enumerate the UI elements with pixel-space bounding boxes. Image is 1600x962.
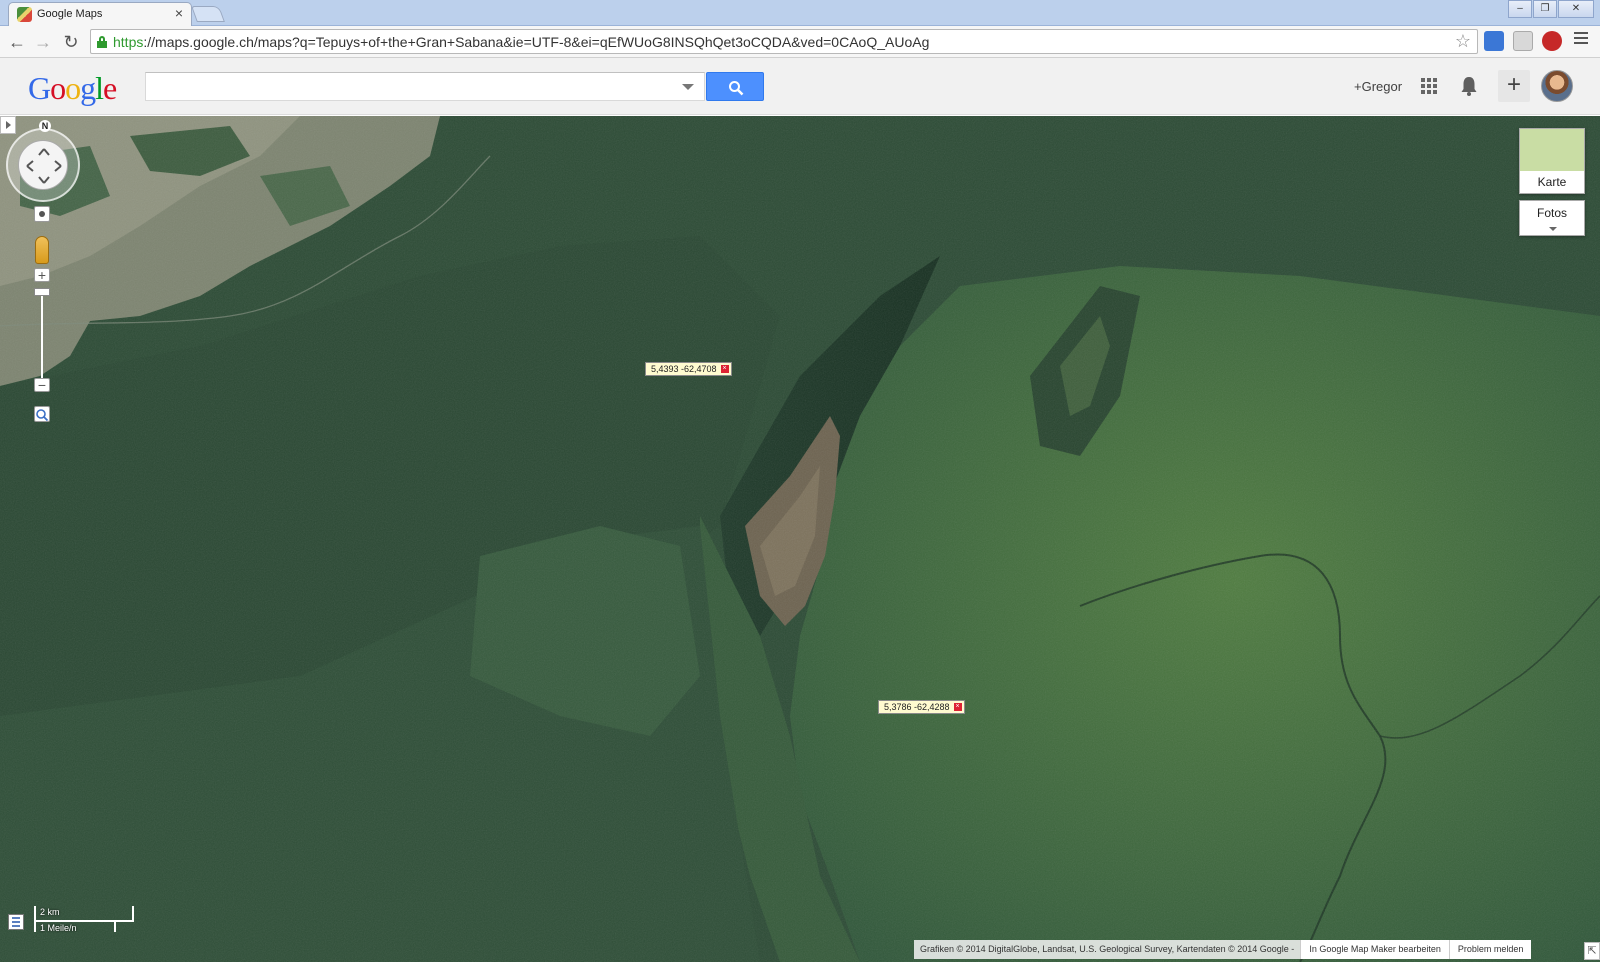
- url-path: ://maps.google.ch/maps?q=Tepuys+of+the+G…: [143, 34, 930, 50]
- url-text[interactable]: https://maps.google.ch/maps?q=Tepuys+of+…: [113, 34, 929, 50]
- minimize-button[interactable]: ‒: [1508, 0, 1532, 18]
- map-view-switch[interactable]: Karte: [1519, 128, 1585, 194]
- google-logo[interactable]: Google: [28, 70, 117, 107]
- logo-letter: l: [95, 70, 104, 106]
- new-tab-button[interactable]: [191, 6, 225, 22]
- zoom-in-button[interactable]: +: [34, 268, 50, 282]
- scale-metric-label: 2 km: [40, 907, 60, 917]
- apps-grid-icon[interactable]: [1421, 78, 1437, 94]
- satellite-imagery: [0, 116, 1600, 962]
- share-plus-button[interactable]: +: [1498, 70, 1530, 102]
- logo-letter: e: [103, 70, 117, 106]
- remove-marker-icon[interactable]: ×: [953, 703, 962, 711]
- bookmark-star-icon[interactable]: ☆: [1455, 31, 1471, 52]
- map-footer: Grafiken © 2014 DigitalGlobe, Landsat, U…: [914, 940, 1532, 959]
- pan-control-arrows[interactable]: [18, 140, 68, 190]
- scale-imperial-label: 1 Meile/n: [40, 923, 77, 933]
- browser-titlebar: Google Maps × ‒ ❐ ✕: [0, 0, 1600, 26]
- google-header: Google +Gregor +: [0, 58, 1600, 115]
- coordinate-marker[interactable]: 5,3786 -62,4288 ×: [878, 700, 965, 714]
- remove-marker-icon[interactable]: ×: [720, 365, 729, 373]
- satellite-map[interactable]: N + − 5,4393 -62,4708 × 5,3786 -62,4288 …: [0, 116, 1600, 962]
- logo-letter: G: [28, 70, 51, 106]
- zoom-slider-thumb[interactable]: [34, 288, 50, 296]
- close-window-button[interactable]: ✕: [1558, 0, 1594, 18]
- adblock-extension-icon[interactable]: [1542, 31, 1562, 51]
- maps-favicon-icon: [17, 7, 32, 22]
- street-view-pegman-icon[interactable]: [35, 236, 49, 264]
- location-dot-icon: [39, 211, 45, 217]
- search-button[interactable]: [706, 72, 764, 101]
- reload-icon[interactable]: ↻: [60, 31, 82, 53]
- chrome-menu-icon[interactable]: [1574, 32, 1588, 46]
- address-bar[interactable]: https://maps.google.ch/maps?q=Tepuys+of+…: [90, 29, 1478, 54]
- back-arrow-icon[interactable]: ←: [6, 31, 28, 53]
- zoom-out-button[interactable]: −: [34, 378, 50, 392]
- photos-label: Fotos: [1536, 206, 1567, 220]
- magnifier-icon: [36, 409, 49, 422]
- coordinate-marker-label: 5,3786 -62,4288: [884, 702, 950, 712]
- browser-toolbar: ← → ↻ https://maps.google.ch/maps?q=Tepu…: [0, 26, 1600, 58]
- restore-button[interactable]: ❐: [1533, 0, 1557, 18]
- tab-title: Google Maps: [37, 8, 103, 20]
- north-indicator: N: [39, 120, 51, 132]
- search-input[interactable]: [146, 73, 666, 99]
- tab-close-icon[interactable]: ×: [175, 5, 183, 21]
- map-view-thumbnail: [1520, 129, 1584, 171]
- zoom-slider-track[interactable]: [41, 292, 43, 380]
- photos-toggle[interactable]: Fotos: [1519, 200, 1585, 236]
- search-dropdown-icon[interactable]: [682, 84, 694, 90]
- url-scheme: https: [113, 34, 144, 50]
- account-avatar[interactable]: [1541, 70, 1573, 102]
- forward-arrow-icon[interactable]: →: [32, 31, 54, 53]
- pan-control[interactable]: N: [6, 120, 80, 202]
- photos-dropdown-icon: [1549, 227, 1557, 231]
- zoom-area-button[interactable]: [34, 406, 50, 422]
- coordinate-marker[interactable]: 5,4393 -62,4708 ×: [645, 362, 732, 376]
- logo-letter: o: [50, 70, 66, 106]
- collapse-panel-button[interactable]: [0, 116, 16, 134]
- scale-bar: 2 km 1 Meile/n: [34, 906, 138, 936]
- notifications-bell-icon[interactable]: [1460, 75, 1478, 97]
- map-maker-edit-link[interactable]: In Google Map Maker bearbeiten: [1300, 940, 1449, 959]
- extension-icon[interactable]: [1513, 31, 1533, 51]
- coordinate-marker-label: 5,4393 -62,4708: [651, 364, 717, 374]
- logo-letter: g: [80, 70, 96, 106]
- lock-icon: [97, 36, 107, 48]
- expand-map-icon[interactable]: ⇱: [1584, 942, 1600, 960]
- translate-extension-icon[interactable]: [1484, 31, 1504, 51]
- report-problem-link[interactable]: Problem melden: [1448, 940, 1532, 959]
- search-box[interactable]: [145, 72, 705, 101]
- browser-tab[interactable]: Google Maps ×: [8, 2, 192, 26]
- my-location-button[interactable]: [34, 206, 50, 222]
- google-plus-profile-link[interactable]: +Gregor: [1354, 79, 1402, 94]
- map-view-label: Karte: [1537, 175, 1567, 189]
- logo-letter: o: [65, 70, 81, 106]
- legend-book-icon[interactable]: [8, 914, 24, 930]
- pan-arrows-icon: [26, 148, 62, 184]
- imagery-credits: Grafiken © 2014 DigitalGlobe, Landsat, U…: [914, 940, 1301, 959]
- search-icon: [729, 81, 744, 96]
